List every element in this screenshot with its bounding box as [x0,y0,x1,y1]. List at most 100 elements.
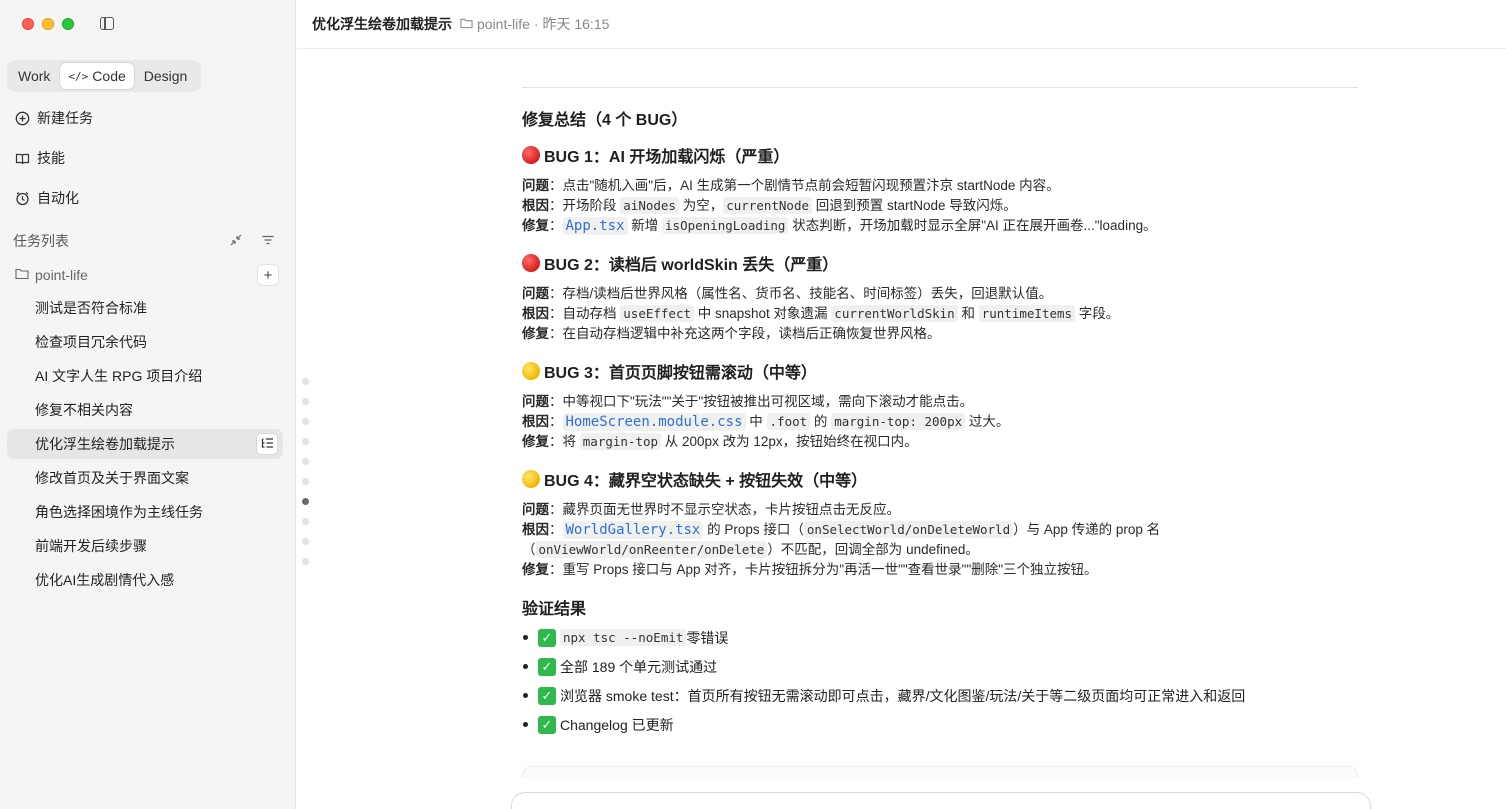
project-link[interactable]: point-life [477,16,530,32]
inline-code: currentWorldSkin [831,305,958,322]
bug-title: BUG 1：AI 开场加载闪烁（严重） [544,149,790,166]
cause-label: 根因 [522,522,549,537]
fix-label: 修复 [522,562,549,577]
red-circle-icon [522,254,540,272]
bug-cause: 根因： HomeScreen.module.css 中 .foot 的 margi… [522,412,1009,432]
collapse-icon[interactable] [229,233,243,250]
bug-fix: 修复：重写 Props 接口与 App 对齐，卡片按钮拆分为"再活一世""查看世… [522,560,1098,580]
code-token: onDeleteWorld [912,522,1011,537]
minimize-window-button[interactable] [42,18,54,30]
task-item[interactable]: 角色选择困境作为主线任务 [7,497,283,527]
check-mark-icon: ✓ [538,628,556,647]
nav-new-task[interactable]: 新建任务 [15,108,93,128]
fix-text: ： [549,218,563,233]
rail-dot[interactable] [302,558,309,565]
conversation-header: 优化浮生绘卷加载提示 point-life · 昨天 16:15 [297,0,1506,49]
task-label: 角色选择困境作为主线任务 [35,504,203,520]
bug-problem: 问题：存档/读档后世界风格（属性名、货币名、技能名、时间标签）丢失，回退默认值。 [522,284,1052,304]
task-item[interactable]: 测试是否符合标准 [7,293,283,323]
rail-dot[interactable] [302,478,309,485]
task-item[interactable]: 检查项目冗余代码 [7,327,283,357]
filter-icon[interactable] [261,233,275,250]
problem-label: 问题 [522,394,549,409]
bug-heading: BUG 2：读档后 worldSkin 丢失（严重） [522,251,838,275]
task-item[interactable]: 优化AI生成剧情代入感 [7,565,283,595]
alarm-clock-icon [15,191,30,206]
nav-skills[interactable]: 技能 [15,148,65,168]
message-composer[interactable] [511,792,1371,809]
list-item: ✓ 全部 189 个单元测试通过 [522,652,1245,681]
task-item[interactable]: 修复不相关内容 [7,395,283,425]
cause-text: （ [522,542,536,557]
nav-label: 自动化 [37,190,79,206]
nav-label: 新建任务 [37,110,93,126]
file-link[interactable]: HomeScreen.module.css [562,413,746,431]
task-label: 修改首页及关于界面文案 [35,470,189,486]
bug-fix: 修复：将 margin-top 从 200px 改为 12px，按钮始终在视口内… [522,432,918,452]
cause-text: 回退到预置 startNode 导致闪烁。 [812,198,1017,213]
file-link[interactable]: App.tsx [562,217,628,235]
bug-heading: BUG 4：藏界空状态缺失 + 按钮失效（中等） [522,467,867,491]
rail-dot[interactable] [302,438,309,445]
tab-code[interactable]: </> Code [60,63,134,89]
sidebar-toggle-icon[interactable] [100,17,114,30]
bug-cause: 根因：开场阶段 aiNodes 为空， currentNode 回退到预置 sta… [522,196,1017,216]
new-task-icon [15,111,30,126]
cause-text: 过大。 [965,414,1010,429]
bug-problem: 问题：藏界页面无世界时不显示空状态，卡片按钮点击无反应。 [522,500,900,520]
code-token: onViewWorld [538,542,622,557]
task-item[interactable]: AI 文字人生 RPG 项目介绍 [7,361,283,391]
cause-text: ）与 App 传递的 prop 名 [1013,522,1161,537]
problem-text: ：藏界页面无世界时不显示空状态，卡片按钮点击无反应。 [549,502,900,517]
fix-text: ：在自动存档逻辑中补充这两个字段，读档后正确恢复世界风格。 [549,326,941,341]
file-link[interactable]: WorldGallery.tsx [562,521,704,539]
code-token: onSelectWorld [806,522,905,537]
bug-title: BUG 2：读档后 worldSkin 丢失（严重） [544,257,839,274]
nav-label: 技能 [37,150,65,166]
bug-cause-continued: （onViewWorld/onReenter/onDelete ）不匹配，回调全部… [522,540,979,560]
cause-label: 根因 [522,306,549,321]
bug-fix: 修复：在自动存档逻辑中补充这两个字段，读档后正确恢复世界风格。 [522,324,941,344]
task-item[interactable]: 修改首页及关于界面文案 [7,463,283,493]
inline-code: onViewWorld/onReenter/onDelete [535,541,768,558]
inline-code: aiNodes [620,197,679,214]
close-window-button[interactable] [22,18,34,30]
rail-dot-active[interactable] [302,498,309,505]
outline-icon [261,436,274,452]
add-task-button[interactable]: + [257,264,279,286]
cause-text: 的 Props 接口（ [703,522,804,537]
rail-dot[interactable] [302,518,309,525]
verify-list: ✓ npx tsc --noEmit 零错误 ✓ 全部 189 个单元测试通过 ✓ 浏… [522,623,1245,739]
task-label: 前端开发后续步骤 [35,538,147,554]
nav-automation[interactable]: 自动化 [15,188,79,208]
page-title: 优化浮生绘卷加载提示 [312,16,452,32]
cause-text: 中 snapshot 对象遗漏 [694,306,832,321]
fix-label: 修复 [522,434,549,449]
list-item: ✓ npx tsc --noEmit 零错误 [522,623,1245,652]
tab-label: Work [18,68,51,84]
cause-text: 和 [957,306,979,321]
inline-code: onSelectWorld/onDeleteWorld [803,521,1014,538]
plus-icon: + [263,266,273,284]
tab-design[interactable]: Design [136,63,196,89]
bug-cause: 根因： WorldGallery.tsx 的 Props 接口（ onSelectW… [522,520,1160,540]
task-item-active[interactable]: 优化浮生绘卷加载提示 [7,429,283,459]
task-item[interactable]: 前端开发后续步骤 [7,531,283,561]
task-outline-button[interactable] [256,433,278,455]
list-item-text: 浏览器 smoke test：首页所有按钮无需滚动即可点击，藏界/文化图鉴/玩法… [560,687,1246,704]
task-label: 检查项目冗余代码 [35,334,147,350]
rail-dot[interactable] [302,398,309,405]
cause-text: ：开场阶段 [549,198,621,213]
inline-code: npx tsc --noEmit [560,629,687,646]
scroll-rail [302,378,309,578]
tab-work[interactable]: Work [10,63,58,89]
mode-tabs: Work </> Code Design [7,60,201,92]
book-icon [15,151,30,166]
rail-dot[interactable] [302,418,309,425]
rail-dot[interactable] [302,538,309,545]
rail-dot[interactable] [302,458,309,465]
project-row[interactable]: point-life + [15,264,279,286]
verify-heading: 验证结果 [522,601,587,618]
maximize-window-button[interactable] [62,18,74,30]
rail-dot[interactable] [302,378,309,385]
